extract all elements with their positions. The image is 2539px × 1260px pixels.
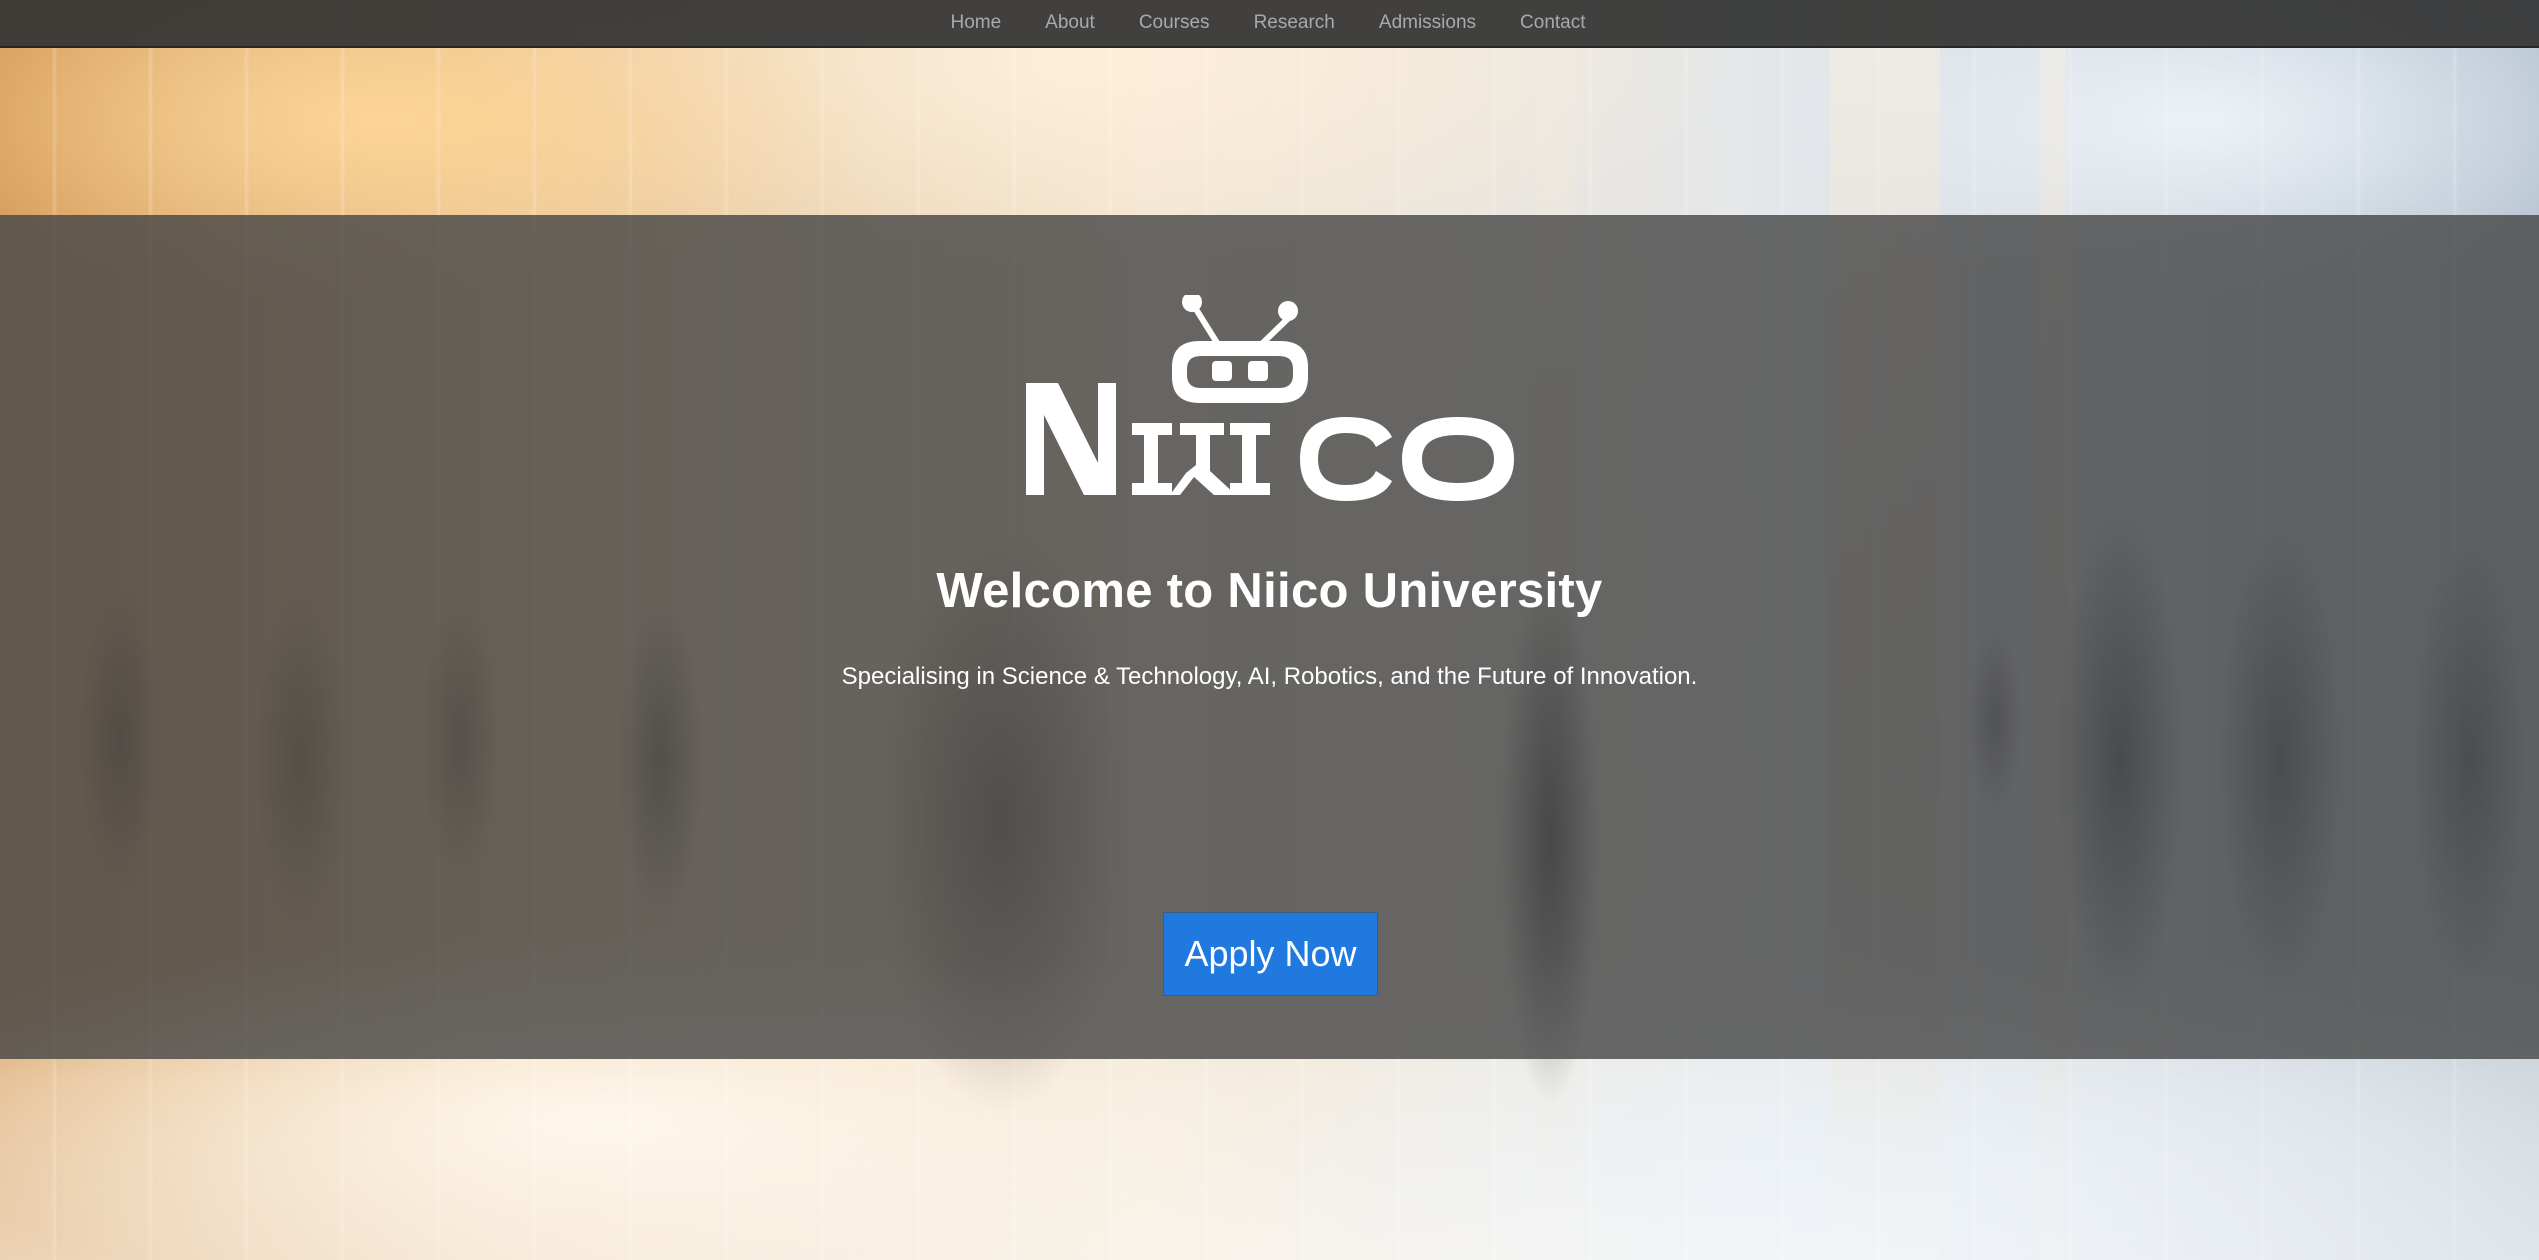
top-navbar: Home About Courses Research Admissions C…	[0, 0, 2539, 48]
hero-title: Welcome to Niico University	[936, 564, 1603, 618]
nav-link-research[interactable]: Research	[1232, 12, 1357, 33]
niico-logo-icon	[1026, 295, 1514, 501]
nav-item-research: Research	[1232, 0, 1357, 46]
nav-link-home[interactable]: Home	[928, 12, 1023, 33]
hero-subtitle: Specialising in Science & Technology, AI…	[841, 663, 1698, 690]
nav-item-about: About	[1023, 0, 1117, 46]
nav-link-admissions[interactable]: Admissions	[1357, 12, 1498, 33]
nav-link-about[interactable]: About	[1023, 12, 1117, 33]
nav-item-contact: Contact	[1498, 0, 1607, 46]
nav-link-contact[interactable]: Contact	[1498, 12, 1607, 33]
nav-item-admissions: Admissions	[1357, 0, 1498, 46]
hero-section: Welcome to Niico University Specialising…	[0, 215, 2539, 1059]
nav-list: Home About Courses Research Admissions C…	[928, 0, 1607, 46]
page-root: Home About Courses Research Admissions C…	[0, 0, 2539, 1260]
apply-now-button[interactable]: Apply Now	[1164, 913, 1377, 995]
nav-link-courses[interactable]: Courses	[1117, 12, 1232, 33]
nav-item-home: Home	[928, 0, 1023, 46]
nav-item-courses: Courses	[1117, 0, 1232, 46]
